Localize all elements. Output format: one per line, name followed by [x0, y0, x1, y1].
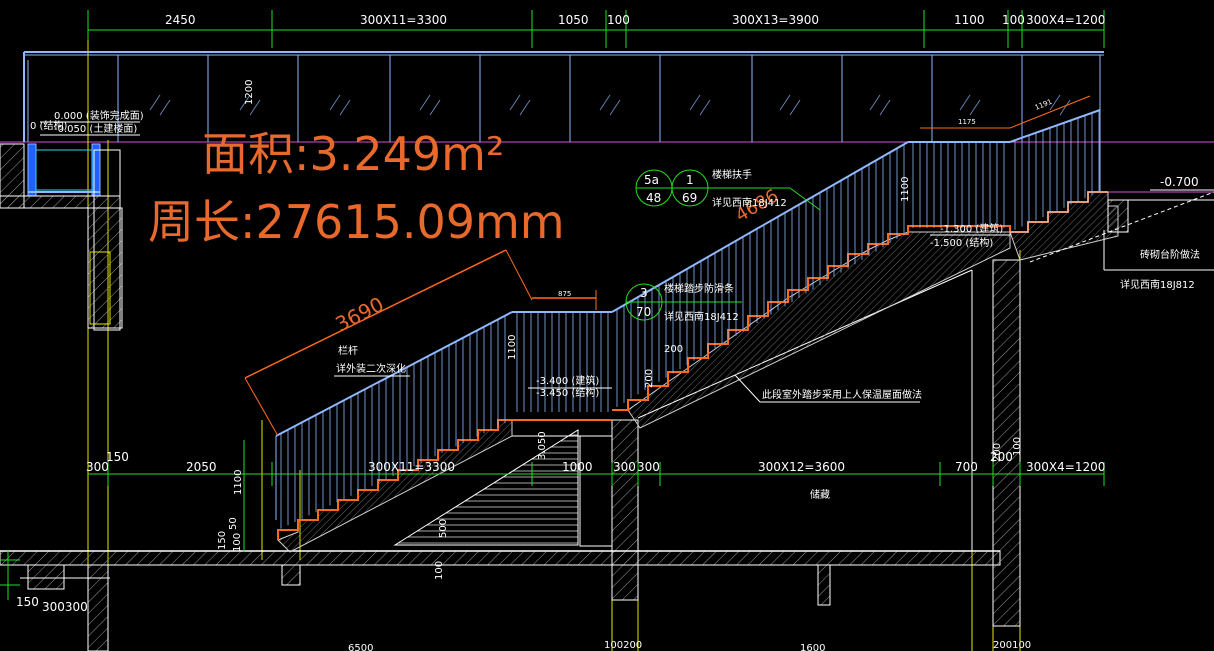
- bottom-dim-4: 300X11=3300: [368, 460, 455, 474]
- elev-minus-1500: -1.500 (结构): [930, 236, 993, 249]
- railing-callout: 栏杆 详外装二次深化: [334, 344, 410, 377]
- bottom-dim-5: 1000: [562, 460, 593, 474]
- brick-ref: 详见西南18J812: [1120, 278, 1195, 291]
- rail-height-low: 1100: [507, 335, 518, 360]
- rail-height-right: 1100: [900, 177, 911, 202]
- mid-500: 500: [438, 519, 449, 538]
- ground-slab: [0, 259, 1021, 651]
- top-dim-7: 100: [1002, 13, 1025, 27]
- bottom-1600: 1600: [800, 643, 825, 651]
- handrail-title: 楼梯扶手: [712, 168, 752, 181]
- antislip-callout: 3 70 楼梯踏步防滑条 详见西南18J412: [625, 282, 742, 323]
- bubble-3: 3: [640, 286, 648, 300]
- stair-section-drawing: 2450 300X11=3300 1050 100 300X13=3900 11…: [0, 10, 1214, 651]
- perimeter-readout: 周长:27615.09mm: [148, 195, 565, 249]
- top-dim-4: 100: [607, 13, 630, 27]
- bottom-dim-11: 300X4=1200: [1026, 460, 1105, 474]
- top-dim-3: 1050: [558, 13, 589, 27]
- brick-step-callout: 砖砌台阶做法 详见西南18J812: [1103, 230, 1214, 291]
- railing-title: 栏杆: [338, 344, 358, 357]
- bubble-1: 1: [686, 173, 694, 187]
- railing-note: 详外装二次深化: [336, 362, 406, 375]
- bottom-dim-6: 300: [613, 460, 636, 474]
- step-200b: 200: [644, 369, 655, 388]
- antislip-ref: 详见西南18J412: [664, 310, 739, 323]
- top-dimension-chain: 2450 300X11=3300 1050 100 300X13=3900 11…: [87, 10, 1105, 48]
- top-dim-5: 300X13=3900: [732, 13, 819, 27]
- top-right-short: 1175: [958, 118, 976, 126]
- bubble-5a: 5a: [644, 173, 659, 187]
- rail-height-top: 1200: [244, 80, 255, 105]
- bottom-6500: 6500: [348, 643, 373, 651]
- bottom-100200: 100200: [604, 640, 642, 651]
- handrail-callout: 5a 48 1 69 楼梯扶手 详见西南18J412: [635, 168, 821, 211]
- bubble-48: 48: [646, 191, 661, 205]
- brick-title: 砖砌台阶做法: [1140, 248, 1200, 261]
- bottom-dim-7: 300: [637, 460, 660, 474]
- right-200: 200: [992, 443, 1003, 462]
- elev-minus-0700: -0.700: [1160, 175, 1199, 189]
- bottom-150: 150: [16, 595, 39, 609]
- top-dim-6: 1100: [954, 13, 985, 27]
- top-dim-8: 300X4=1200: [1026, 13, 1105, 27]
- bubble-70: 70: [636, 305, 651, 319]
- elev-minus-1300: -1.300 (建筑): [940, 222, 1003, 235]
- bottom-dim-2: 150: [106, 450, 129, 464]
- left-1100: 1100: [233, 470, 244, 495]
- area-readout: 面积:3.249m²: [202, 127, 504, 181]
- room-label: 储藏: [810, 488, 830, 501]
- elev-left-0: 0 (结构): [30, 119, 67, 132]
- left-100: 100: [232, 533, 243, 552]
- bottom-dim-3: 2050: [186, 460, 217, 474]
- bottom-dim-9: 700: [955, 460, 978, 474]
- step-200a: 200: [664, 344, 683, 355]
- antislip-title: 楼梯踏步防滑条: [664, 282, 734, 295]
- outdoor-step-note: 此段室外踏步采用上人保温屋面做法: [762, 388, 922, 401]
- elev-finish-0: 0.000 (装饰完成面): [54, 109, 144, 122]
- diag-long: 3690: [331, 292, 387, 336]
- outdoor-step-callout: 此段室外踏步采用上人保温屋面做法: [734, 374, 922, 403]
- top-dim-2: 300X11=3300: [360, 13, 447, 27]
- bottom-dim-8: 300X12=3600: [758, 460, 845, 474]
- handrail-ref: 详见西南18J412: [712, 196, 787, 209]
- mid-100: 100: [434, 561, 445, 580]
- top-dim-1: 2450: [165, 13, 196, 27]
- bottom-300300: 300300: [42, 600, 88, 614]
- bottom-200100: 200100: [993, 640, 1031, 651]
- right-100: 100: [1012, 437, 1023, 456]
- diag-short: 875: [558, 290, 571, 298]
- elev-minus-3400: -3.400 (建筑): [536, 374, 599, 387]
- bubble-69: 69: [682, 191, 697, 205]
- left-150: 150: [217, 531, 228, 550]
- left-50: 50: [228, 517, 239, 530]
